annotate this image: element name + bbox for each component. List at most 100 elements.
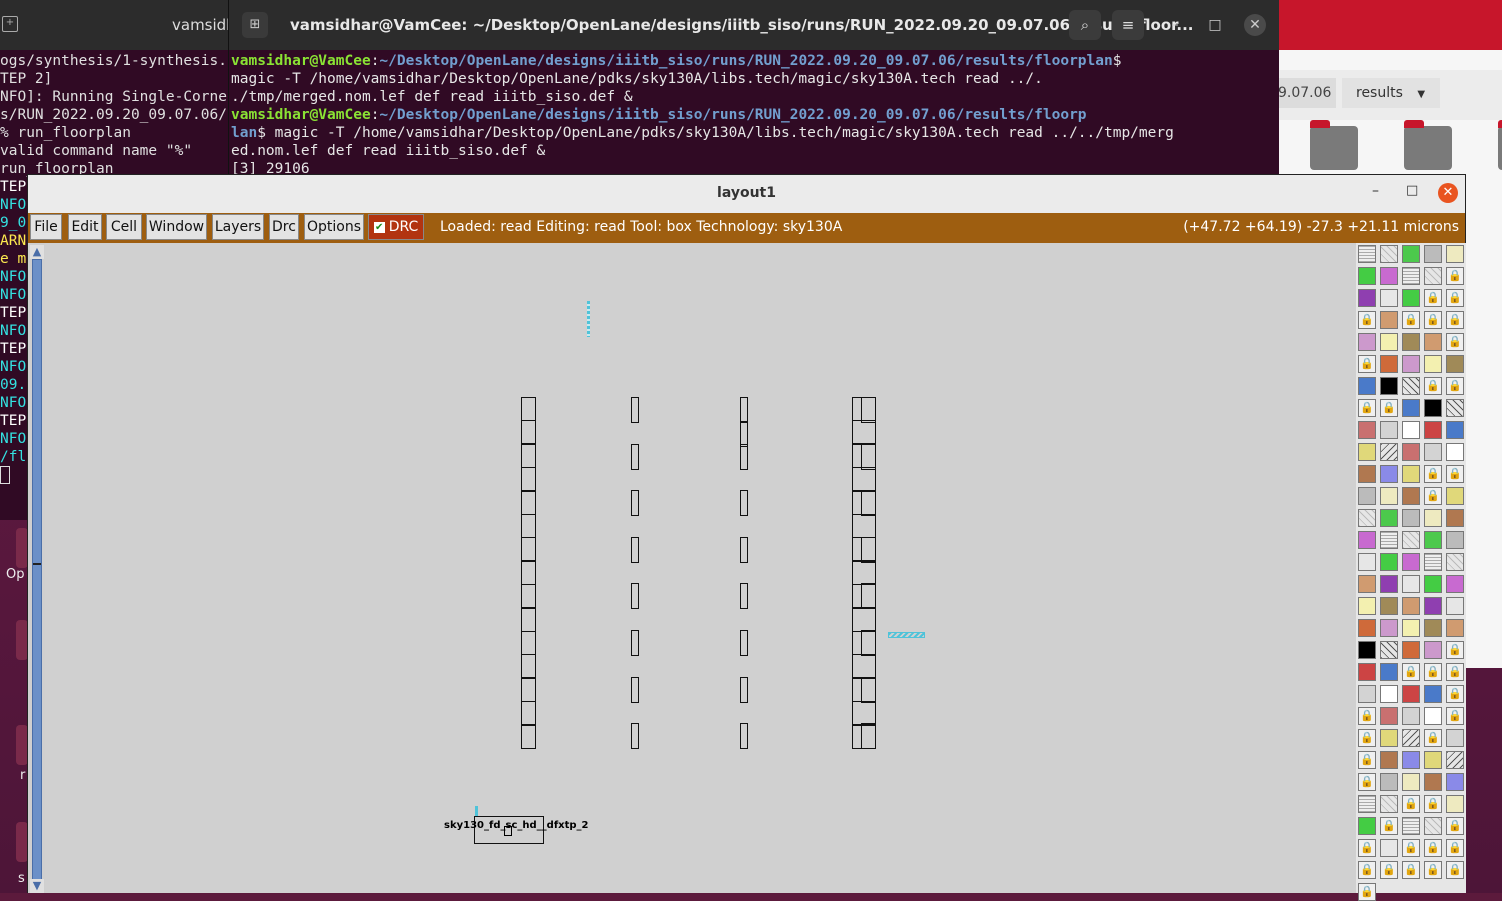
layer-swatch[interactable] [1446,619,1464,637]
lock-icon[interactable]: 🔒 [1358,729,1376,747]
filler-cell[interactable] [852,420,876,445]
close-icon[interactable]: ✕ [1244,14,1266,36]
tap-cell[interactable] [521,514,536,538]
layer-swatch[interactable] [1446,751,1464,769]
filler-cell[interactable] [861,536,876,563]
minimize-icon[interactable]: – [1372,183,1379,199]
lock-icon[interactable]: 🔒 [1380,817,1398,835]
layer-swatch[interactable] [1358,597,1376,615]
decap-cell[interactable] [631,490,639,517]
decap-cell[interactable] [740,676,748,703]
lock-icon[interactable]: 🔒 [1446,707,1464,725]
layer-swatch[interactable] [1380,267,1398,285]
layer-swatch[interactable] [1402,553,1420,571]
lock-icon[interactable]: 🔒 [1446,817,1464,835]
tap-cell[interactable] [521,420,536,445]
layer-swatch[interactable] [1380,575,1398,593]
layer-swatch[interactable] [1446,553,1464,571]
layer-swatch[interactable] [1446,795,1464,813]
layer-swatch[interactable] [1424,773,1442,791]
lock-icon[interactable]: 🔒 [1402,795,1420,813]
filler-cell[interactable] [852,467,876,492]
layer-swatch[interactable] [1380,839,1398,857]
layer-swatch[interactable] [1402,817,1420,835]
filler-cell[interactable] [861,630,876,656]
layer-swatch[interactable] [1358,531,1376,549]
layer-swatch[interactable] [1358,663,1376,681]
layer-swatch[interactable] [1402,465,1420,483]
lock-icon[interactable]: 🔒 [1446,289,1464,307]
layer-swatch[interactable] [1380,355,1398,373]
hamburger-menu-icon[interactable]: ≡ [1112,10,1144,40]
filler-cell[interactable] [861,583,876,610]
lock-icon[interactable]: 🔒 [1424,377,1442,395]
layer-swatch[interactable] [1380,729,1398,747]
tap-cell[interactable] [521,724,536,749]
maximize-icon[interactable]: □ [1204,14,1226,36]
layer-swatch[interactable] [1424,707,1442,725]
layer-swatch[interactable] [1358,641,1376,659]
layer-swatch[interactable] [1358,289,1376,307]
decap-cell[interactable] [740,536,748,563]
lock-icon[interactable]: 🔒 [1358,355,1376,373]
lock-icon[interactable]: 🔒 [1424,311,1442,329]
layer-swatch[interactable] [1446,531,1464,549]
lock-icon[interactable]: 🔒 [1446,377,1464,395]
layer-swatch[interactable] [1380,465,1398,483]
scroll-up-arrow-icon[interactable]: ▲ [30,245,44,259]
layer-swatch[interactable] [1402,245,1420,263]
menu-cell[interactable]: Cell [106,214,142,240]
layer-swatch[interactable] [1380,509,1398,527]
layer-swatch[interactable] [1424,421,1442,439]
lock-icon[interactable]: 🔒 [1446,839,1464,857]
decap-cell[interactable] [740,583,748,610]
lock-icon[interactable]: 🔒 [1358,399,1376,417]
decap-cell[interactable] [631,723,639,750]
layer-swatch[interactable] [1424,245,1442,263]
layer-swatch[interactable] [1424,399,1442,417]
decap-cell[interactable] [631,443,639,470]
tap-cell[interactable] [521,654,536,679]
decap-cell[interactable] [631,397,639,423]
maximize-icon[interactable]: □ [1406,183,1418,198]
layer-swatch[interactable] [1402,399,1420,417]
lock-icon[interactable]: 🔒 [1402,839,1420,857]
vertical-scrollbar[interactable]: ▲ ▼ [29,243,45,893]
lock-icon[interactable]: 🔒 [1380,399,1398,417]
layer-swatch[interactable] [1402,377,1420,395]
layer-swatch[interactable] [1380,641,1398,659]
tap-cell[interactable] [521,397,536,421]
filler-cell[interactable] [861,397,876,423]
layer-swatch[interactable] [1358,509,1376,527]
layer-swatch[interactable] [1424,597,1442,615]
layer-swatch[interactable] [1424,619,1442,637]
filler-cell[interactable] [852,514,876,538]
lock-icon[interactable]: 🔒 [1358,861,1376,879]
layer-swatch[interactable] [1446,597,1464,615]
tap-cell[interactable] [521,443,536,468]
filler-cell[interactable] [852,654,876,679]
lock-icon[interactable]: 🔒 [1424,487,1442,505]
layer-swatch[interactable] [1402,773,1420,791]
layer-swatch[interactable] [1446,575,1464,593]
menu-file[interactable]: File [30,214,62,240]
layer-swatch[interactable] [1402,685,1420,703]
layer-swatch[interactable] [1402,707,1420,725]
folder-icon[interactable] [1310,120,1358,170]
layer-swatch[interactable] [1358,553,1376,571]
layer-swatch[interactable] [1402,487,1420,505]
lock-icon[interactable]: 🔒 [1446,333,1464,351]
lock-icon[interactable]: 🔒 [1358,751,1376,769]
decap-cell[interactable] [631,583,639,610]
tap-cell[interactable] [521,631,536,655]
magic-layout-window[interactable]: layout1 – □ ✕ File Edit Cell Window Laye… [27,174,1466,901]
filler-cell[interactable] [861,723,876,750]
layer-swatch[interactable] [1380,421,1398,439]
breadcrumb-run[interactable]: 9.07.06 [1278,78,1336,108]
lock-icon[interactable]: 🔒 [1424,729,1442,747]
decap-cell[interactable] [740,443,748,470]
layer-swatch[interactable] [1402,531,1420,549]
layer-swatch[interactable] [1402,421,1420,439]
lock-icon[interactable]: 🔒 [1424,839,1442,857]
layer-swatch[interactable] [1424,355,1442,373]
